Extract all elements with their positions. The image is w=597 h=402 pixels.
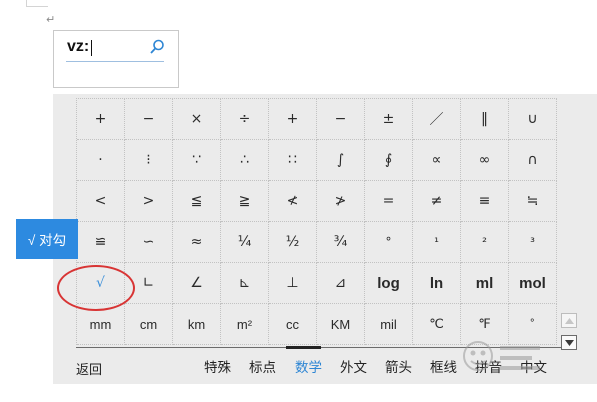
symbol-cell[interactable]: ½ bbox=[269, 222, 317, 263]
symbol-cell[interactable]: ≈ bbox=[173, 222, 221, 263]
back-button[interactable]: 返回 bbox=[76, 359, 102, 378]
symbol-cell[interactable]: ∴ bbox=[221, 140, 269, 181]
symbol-cell[interactable]: ³ bbox=[509, 222, 557, 263]
triangle-up-icon bbox=[564, 317, 574, 324]
symbol-cell[interactable]: · bbox=[77, 140, 125, 181]
triangle-down-icon bbox=[564, 339, 574, 346]
symbol-cell[interactable]: KM bbox=[317, 304, 365, 345]
tab-punctuation[interactable]: 标点 bbox=[249, 356, 276, 376]
checkmark-label-tag: √ 对勾 bbox=[16, 219, 78, 259]
symbol-cell[interactable]: ∫ bbox=[317, 140, 365, 181]
symbol-search-box[interactable]: vz: bbox=[53, 30, 179, 88]
search-icon[interactable] bbox=[148, 38, 166, 56]
symbol-cell[interactable]: − bbox=[317, 99, 365, 140]
symbol-cell[interactable]: ⊥ bbox=[269, 263, 317, 304]
input-underline bbox=[66, 61, 164, 62]
symbol-cell[interactable]: ℃ bbox=[413, 304, 461, 345]
symbol-cell[interactable]: ∷ bbox=[269, 140, 317, 181]
symbol-cell[interactable]: ⁝ bbox=[125, 140, 173, 181]
symbol-grid: + − × ÷ + − ± ／ ‖ ∪ · ⁝ ∵ ∴ ∷ ∫ ∮ ∝ ∞ ∩ < > ≦ ≧ ≮ ≯ = ≠ ≡ ≒ ≌ ∽ ≈ ¼ ½ ¾ ° ¹ ² ³… bbox=[76, 98, 557, 345]
scroll-down-button[interactable] bbox=[561, 335, 577, 350]
symbol-cell[interactable]: ∮ bbox=[365, 140, 413, 181]
scroll-up-button[interactable] bbox=[561, 313, 577, 328]
symbol-cell[interactable]: mil bbox=[365, 304, 413, 345]
tab-chinese[interactable]: 中文 bbox=[520, 356, 547, 376]
symbol-cell[interactable]: ∝ bbox=[413, 140, 461, 181]
symbol-cell[interactable]: + bbox=[77, 99, 125, 140]
symbol-cell[interactable]: ∩ bbox=[509, 140, 557, 181]
text-caret bbox=[91, 40, 92, 56]
symbol-cell[interactable]: ／ bbox=[413, 99, 461, 140]
tab-arrows[interactable]: 箭头 bbox=[385, 356, 412, 376]
tab-pinyin[interactable]: 拼音 bbox=[475, 356, 502, 376]
symbol-cell[interactable]: ⊾ bbox=[221, 263, 269, 304]
symbol-cell[interactable]: ≌ bbox=[77, 222, 125, 263]
paragraph-mark-icon: ↵ bbox=[46, 14, 56, 26]
symbol-cell[interactable]: ¼ bbox=[221, 222, 269, 263]
symbol-cell[interactable]: ¹ bbox=[413, 222, 461, 263]
tab-box-lines[interactable]: 框线 bbox=[430, 356, 457, 376]
symbol-cell[interactable]: ± bbox=[365, 99, 413, 140]
symbol-cell[interactable]: ml bbox=[461, 263, 509, 304]
active-tab-indicator bbox=[286, 346, 321, 349]
symbol-cell[interactable]: ℉ bbox=[461, 304, 509, 345]
symbol-cell[interactable]: ÷ bbox=[221, 99, 269, 140]
symbol-cell[interactable]: = bbox=[365, 181, 413, 222]
symbol-cell[interactable]: ∪ bbox=[509, 99, 557, 140]
tab-special[interactable]: 特殊 bbox=[204, 356, 231, 376]
symbol-cell[interactable]: ¾ bbox=[317, 222, 365, 263]
symbol-cell[interactable]: ∵ bbox=[173, 140, 221, 181]
symbol-cell[interactable]: mol bbox=[509, 263, 557, 304]
symbol-cell[interactable]: ≡ bbox=[461, 181, 509, 222]
symbol-cell[interactable]: km bbox=[173, 304, 221, 345]
symbol-cell[interactable]: × bbox=[173, 99, 221, 140]
symbol-cell[interactable]: ² bbox=[461, 222, 509, 263]
symbol-cell[interactable]: cm bbox=[125, 304, 173, 345]
annotation-circle bbox=[57, 265, 135, 311]
symbol-cell[interactable]: ‖ bbox=[461, 99, 509, 140]
symbol-cell[interactable]: m² bbox=[221, 304, 269, 345]
symbol-cell[interactable]: log bbox=[365, 263, 413, 304]
symbol-cell[interactable]: > bbox=[125, 181, 173, 222]
symbol-cell[interactable]: cc bbox=[269, 304, 317, 345]
symbol-cell[interactable]: + bbox=[269, 99, 317, 140]
page-corner-mark bbox=[26, 0, 48, 7]
symbol-cell[interactable]: ∠ bbox=[173, 263, 221, 304]
symbol-cell[interactable]: − bbox=[125, 99, 173, 140]
search-input[interactable]: vz: bbox=[67, 38, 89, 56]
symbol-cell[interactable]: ≠ bbox=[413, 181, 461, 222]
symbol-cell[interactable]: ln bbox=[413, 263, 461, 304]
symbol-cell[interactable]: ≯ bbox=[317, 181, 365, 222]
symbol-cell[interactable]: ≧ bbox=[221, 181, 269, 222]
symbol-cell[interactable]: ∞ bbox=[461, 140, 509, 181]
symbol-cell[interactable]: ≦ bbox=[173, 181, 221, 222]
symbol-cell[interactable]: ° bbox=[365, 222, 413, 263]
symbol-panel: + − × ÷ + − ± ／ ‖ ∪ · ⁝ ∵ ∴ ∷ ∫ ∮ ∝ ∞ ∩ < > ≦ ≧ ≮ ≯ = ≠ ≡ ≒ ≌ ∽ ≈ ¼ ½ ¾ ° ¹ ² ³… bbox=[53, 94, 597, 384]
symbol-cell[interactable]: ≒ bbox=[509, 181, 557, 222]
symbol-cell[interactable]: ⊿ bbox=[317, 263, 365, 304]
symbol-cell[interactable]: ≮ bbox=[269, 181, 317, 222]
tab-foreign[interactable]: 外文 bbox=[340, 356, 367, 376]
symbol-cell[interactable]: ∽ bbox=[125, 222, 173, 263]
symbol-cell[interactable]: < bbox=[77, 181, 125, 222]
symbol-cell[interactable]: ˚ bbox=[509, 304, 557, 345]
tab-math[interactable]: 数学 bbox=[295, 356, 322, 376]
